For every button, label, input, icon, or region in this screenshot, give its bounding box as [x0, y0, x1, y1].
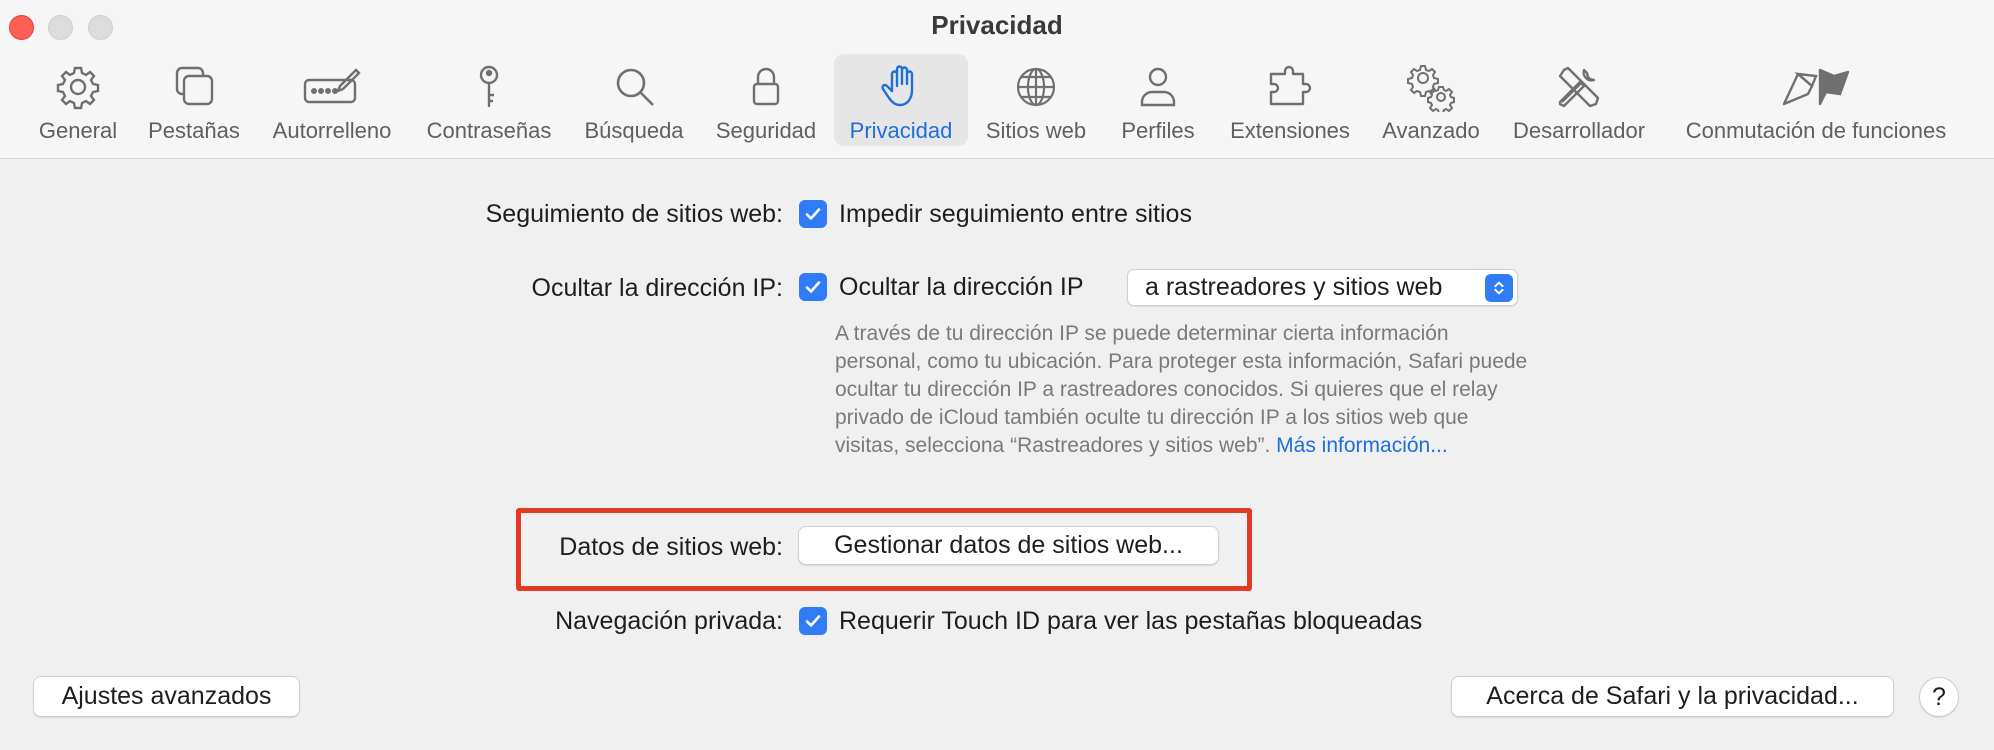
- private-browsing-label: Navegación privada:: [555, 607, 783, 635]
- tabs-icon: [175, 66, 214, 106]
- gears-icon: [1407, 65, 1455, 112]
- tab-general[interactable]: General: [26, 54, 130, 146]
- gear-icon: [56, 66, 100, 110]
- website-data-label: Datos de sitios web:: [559, 533, 783, 561]
- advanced-settings-button[interactable]: Ajustes avanzados: [33, 676, 300, 717]
- hide-ip-description: A través de tu dirección IP se puede det…: [835, 320, 1535, 460]
- manage-website-data-button[interactable]: Gestionar datos de sitios web...: [798, 526, 1219, 565]
- tab-label: Seguridad: [715, 118, 817, 143]
- puzzle-icon: [1269, 65, 1312, 106]
- tab-extensiones[interactable]: Extensiones: [1222, 54, 1358, 146]
- flags-icon: [1782, 68, 1850, 106]
- tab-autorrelleno[interactable]: Autorrelleno: [262, 54, 402, 146]
- hide-ip-label: Ocultar la dirección IP:: [531, 274, 784, 302]
- hide-ip-checkbox[interactable]: [799, 273, 827, 301]
- require-touch-id-text: Requerir Touch ID para ver las pestañas …: [839, 607, 1423, 635]
- tab-label: Privacidad: [849, 118, 953, 143]
- checkmark-icon: [805, 208, 821, 220]
- person-icon: [1140, 67, 1176, 107]
- tab-avanzado[interactable]: Avanzado: [1374, 54, 1488, 146]
- preferences-tabs: General Pestañas Autorrelleno Contraseña…: [0, 54, 1994, 146]
- lock-icon: [752, 67, 780, 106]
- tab-contrasenas[interactable]: Contraseñas: [418, 54, 560, 146]
- tab-label: Perfiles: [1121, 118, 1195, 143]
- tab-seguridad[interactable]: Seguridad: [708, 54, 824, 146]
- tab-busqueda[interactable]: Búsqueda: [576, 54, 692, 146]
- hide-ip-select[interactable]: a rastreadores y sitios web: [1127, 269, 1518, 306]
- prevent-tracking-text: Impedir seguimiento entre sitios: [839, 200, 1192, 228]
- tab-label: Desarrollador: [1512, 118, 1646, 143]
- tab-label: Extensiones: [1230, 118, 1350, 143]
- tab-label: Sitios web: [985, 118, 1087, 143]
- tab-label: Avanzado: [1382, 118, 1480, 143]
- key-icon: [479, 65, 499, 107]
- tab-label: Autorrelleno: [272, 118, 392, 143]
- tab-label: Conmutación de funciones: [1685, 118, 1947, 143]
- search-icon: [616, 68, 654, 106]
- hide-ip-text: Ocultar la dirección IP: [839, 273, 1084, 301]
- window-title: Privacidad: [931, 10, 1063, 40]
- tab-pestanas[interactable]: Pestañas: [138, 54, 250, 146]
- tab-sitios-web[interactable]: Sitios web: [976, 54, 1096, 146]
- checkmark-icon: [805, 615, 821, 627]
- tab-label: Búsqueda: [584, 118, 684, 143]
- autofill-icon: [303, 68, 361, 104]
- hide-ip-select-value: a rastreadores y sitios web: [1145, 273, 1443, 301]
- tools-icon: [1558, 66, 1600, 108]
- tracking-label: Seguimiento de sitios web:: [485, 200, 783, 228]
- toolbar: Privacidad General Pestañas Autorrelleno: [0, 0, 1994, 159]
- tab-perfiles[interactable]: Perfiles: [1112, 54, 1204, 146]
- tab-label: Pestañas: [148, 118, 240, 143]
- chevron-updown-icon: [1485, 274, 1513, 302]
- tab-desarrollador[interactable]: Desarrollador: [1502, 54, 1656, 146]
- prevent-tracking-checkbox[interactable]: [799, 200, 827, 228]
- more-info-link[interactable]: Más información...: [1276, 434, 1448, 457]
- hand-icon: [881, 65, 914, 107]
- help-button[interactable]: ?: [1919, 677, 1959, 717]
- about-safari-privacy-button[interactable]: Acerca de Safari y la privacidad...: [1451, 676, 1894, 717]
- tab-label: Contraseñas: [426, 118, 552, 143]
- checkmark-icon: [805, 281, 821, 293]
- tab-conmutacion-de-funciones[interactable]: Conmutación de funciones: [1670, 54, 1962, 146]
- tab-label: General: [38, 118, 118, 143]
- tab-privacidad[interactable]: Privacidad: [834, 54, 968, 146]
- require-touch-id-checkbox[interactable]: [799, 607, 827, 635]
- globe-icon: [1016, 67, 1056, 107]
